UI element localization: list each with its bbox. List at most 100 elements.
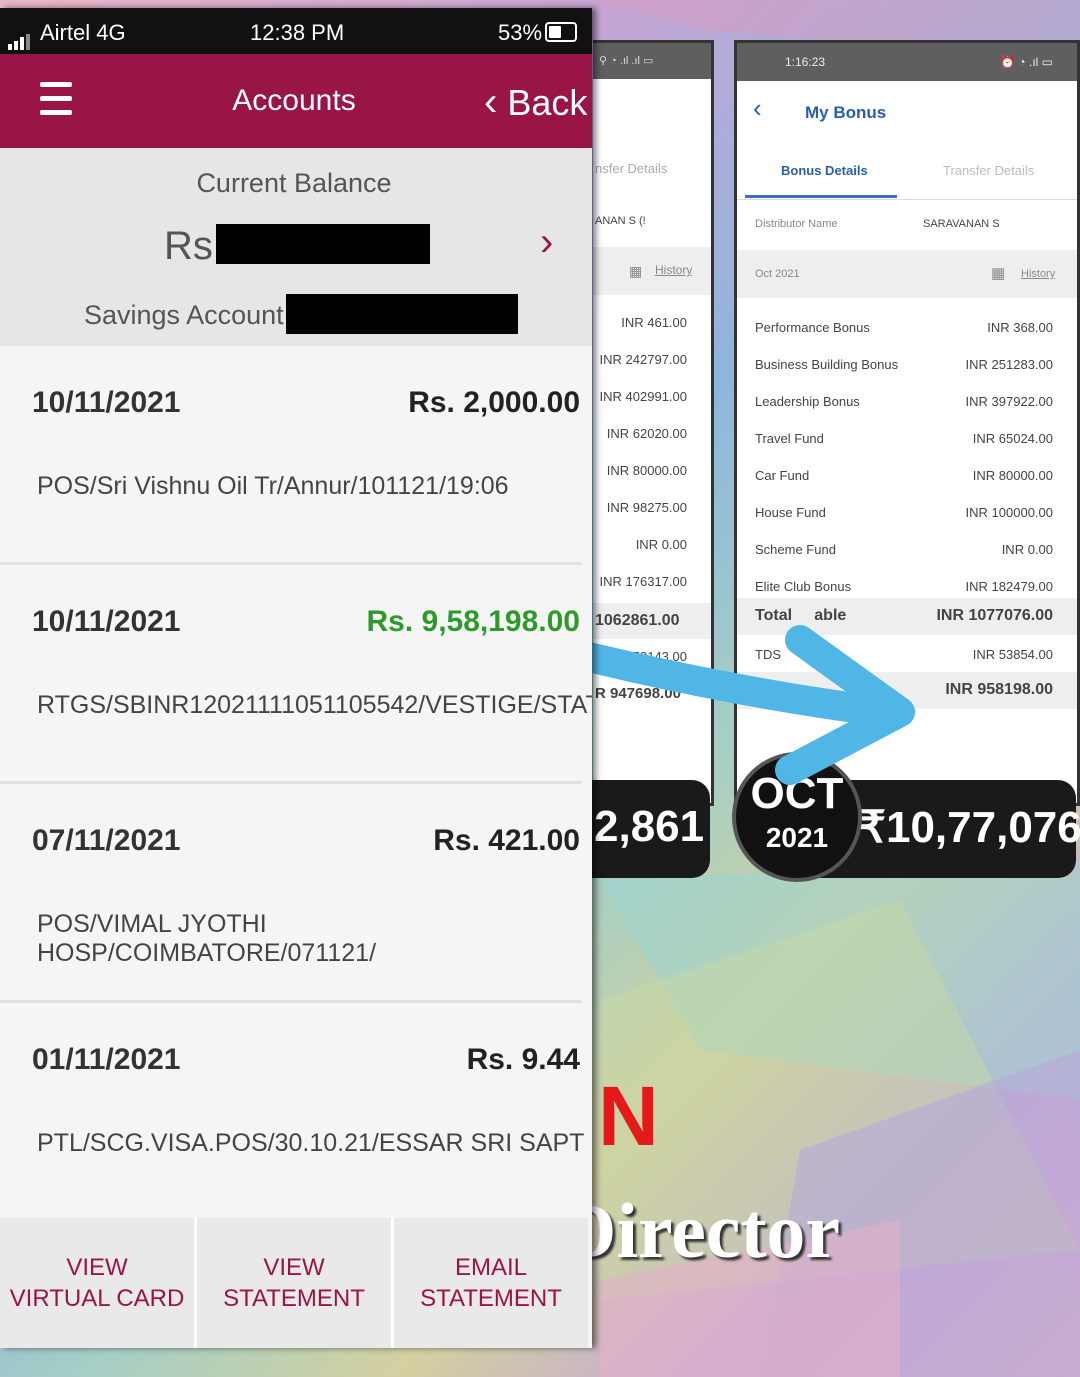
history-link[interactable]: History (1021, 268, 1055, 280)
middle-value-row: INR 242797.00 (599, 352, 687, 367)
bonus-status-time: 1:16:23 (785, 55, 826, 69)
transaction-amount: Rs. 421.00 (433, 824, 580, 857)
bonus-row: House Fund INR 100000.00 (737, 493, 1077, 530)
bonus-status-bar: 1:16:23 ⏰ ◔ .ıl ▭ (737, 43, 1077, 81)
bonus-row-value: INR 0.00 (1001, 542, 1053, 557)
month-label: Oct 2021 (755, 268, 800, 280)
status-bar: Airtel 4G 12:38 PM 53% (0, 8, 592, 54)
back-button[interactable]: ‹ Back (484, 80, 587, 125)
carrier-label: Airtel 4G (40, 20, 126, 45)
middle-value-row: INR 80000.00 (606, 463, 687, 478)
middle-amount-text: 2,861 (594, 802, 705, 851)
transaction-description: PTL/SCG.VISA.POS/30.10.21/ESSAR SRI SAPT (37, 1129, 585, 1157)
currency-label: Rs. (164, 224, 224, 268)
bonus-row: Performance Bonus INR 368.00 (737, 308, 1077, 345)
bonus-row-value: INR 100000.00 (965, 505, 1053, 520)
middle-name-value: ANAN S (! (595, 215, 646, 227)
account-number-redaction (286, 294, 518, 334)
back-chevron-icon: ‹ (484, 80, 498, 124)
middle-history-bar[interactable]: ▦ History (593, 247, 711, 295)
signal-icon (8, 24, 32, 50)
transaction-amount: Rs. 9,58,198.00 (366, 605, 580, 638)
middle-tab-label[interactable]: nsfer Details (593, 161, 711, 176)
middle-value-row: INR 0.00 (635, 537, 687, 552)
director-text: Director (560, 1187, 841, 1274)
tab-transfer-details[interactable]: Transfer Details (943, 163, 1034, 178)
net-value: INR 958198.00 (945, 681, 1053, 698)
middle-value-row: INR 176317.00 (599, 574, 687, 589)
active-tab-indicator (745, 195, 897, 198)
bonus-row: Travel Fund INR 65024.00 (737, 419, 1077, 456)
bonus-row: Car Fund INR 80000.00 (737, 456, 1077, 493)
red-letter-text: N (598, 1069, 659, 1163)
transaction-amount: Rs. 9.44 (466, 1043, 580, 1076)
bonus-status-icons: ⏰ ◔ .ıl ▭ (1000, 55, 1053, 69)
back-label: Back (507, 82, 588, 123)
bonus-row-label: House Fund (755, 505, 826, 520)
middle-history-link[interactable]: History (655, 263, 692, 277)
footer-actions: VIEW VIRTUAL CARD VIEW STATEMENT EMAIL STAT… (0, 1218, 588, 1348)
middle-value-row: INR 461.00 (621, 315, 687, 330)
bonus-row-label: Business Building Bonus (755, 357, 899, 372)
bonus-tabs: Bonus Details Transfer Details (737, 139, 1077, 200)
tab-bonus-details[interactable]: Bonus Details (781, 163, 868, 178)
balance-redaction (216, 224, 430, 264)
bonus-row: Scheme Fund INR 0.00 (737, 530, 1077, 567)
distributor-value: SARAVANAN S (923, 218, 1000, 230)
transaction-row[interactable]: 01/11/2021 Rs. 9.44 PTL/SCG.VISA.POS/30.10… (0, 1003, 592, 1222)
middle-status-bar: ⚲ ◔ .ıl .ıl ▭ (593, 43, 711, 79)
calendar-icon: ▦ (991, 265, 1006, 282)
balance-card[interactable]: Current Balance Rs. › Savings Account - (0, 148, 592, 346)
transaction-date: 10/11/2021 (32, 605, 181, 638)
transaction-list: 10/11/2021 Rs. 2,000.00 POS/Sri Vishnu Oil… (0, 346, 592, 1222)
year-badge-text: 2021 (765, 822, 829, 853)
bonus-header: ‹ My Bonus (737, 81, 1077, 139)
calendar-icon: ▦ (629, 263, 643, 279)
transaction-row[interactable]: 10/11/2021 Rs. 2,000.00 POS/Sri Vishnu Oil… (0, 346, 592, 565)
bonus-row-value: INR 368.00 (987, 320, 1053, 335)
balance-label: Current Balance (196, 168, 392, 198)
transaction-description: RTGS/SBINR12021111051105542/VESTIGE/STAT (37, 691, 592, 719)
bonus-row: Business Building Bonus INR 251283.00 (737, 345, 1077, 382)
status-time: 12:38 PM (250, 20, 345, 45)
bonus-title: My Bonus (805, 103, 887, 122)
view-statement-button[interactable]: VIEW STATEMENT (197, 1218, 391, 1348)
app-header: Accounts ‹ Back (0, 54, 592, 148)
transaction-row[interactable]: 07/11/2021 Rs. 421.00 POS/VIMAL JYOTHI HOS… (0, 784, 592, 1003)
bonus-row-label: Scheme Fund (755, 542, 836, 557)
view-virtual-card-button[interactable]: VIEW VIRTUAL CARD (0, 1218, 194, 1348)
transaction-amount: Rs. 2,000.00 (408, 386, 580, 419)
middle-value-row: INR 402991.00 (599, 389, 687, 404)
bonus-row-value: INR 182479.00 (965, 579, 1053, 594)
month-row: Oct 2021 ▦ History (737, 250, 1077, 298)
bonus-row-value: INR 251283.00 (965, 357, 1053, 372)
chevron-right-icon[interactable]: › (540, 220, 553, 265)
distributor-label: Distributor Name (755, 218, 838, 230)
battery-percent: 53% (498, 20, 543, 45)
bonus-row-label: Leadership Bonus (755, 394, 860, 409)
total-value: INR 1077076.00 (936, 607, 1053, 624)
transaction-description: POS/Sri Vishnu Oil Tr/Annur/101121/19:06 (37, 472, 509, 500)
battery-icon (545, 22, 577, 42)
tds-value: INR 53854.00 (972, 647, 1053, 662)
back-chevron-icon[interactable]: ‹ (753, 93, 762, 124)
bonus-row-value: INR 80000.00 (972, 468, 1053, 483)
distributor-row: Distributor Name SARAVANAN S (737, 200, 1077, 250)
transaction-row[interactable]: 10/11/2021 Rs. 9,58,198.00 RTGS/SBINR12021… (0, 565, 592, 784)
transaction-date: 01/11/2021 (32, 1043, 181, 1076)
middle-value-row: INR 98275.00 (606, 500, 687, 515)
accounts-phone-screen: Airtel 4G 12:38 PM 53% Accounts ‹ Back C… (0, 8, 592, 1348)
bonus-row-label: Travel Fund (755, 431, 824, 446)
email-statement-button[interactable]: EMAIL STATEMENT (394, 1218, 588, 1348)
account-label: Savings Account - (84, 300, 301, 330)
bonus-row-label: Elite Club Bonus (755, 579, 852, 594)
total-amount-text: ₹10,77,076 (858, 803, 1080, 852)
middle-value-row: INR 62020.00 (606, 426, 687, 441)
bonus-row-label: Performance Bonus (755, 320, 870, 335)
bonus-row: Leadership Bonus INR 397922.00 (737, 382, 1077, 419)
transaction-description: POS/VIMAL JYOTHI HOSP/COIMBATORE/071121/ (37, 910, 377, 967)
bonus-row-value: INR 397922.00 (965, 394, 1053, 409)
transaction-date: 07/11/2021 (32, 824, 181, 857)
bonus-row-value: INR 65024.00 (972, 431, 1053, 446)
transaction-date: 10/11/2021 (32, 386, 181, 419)
